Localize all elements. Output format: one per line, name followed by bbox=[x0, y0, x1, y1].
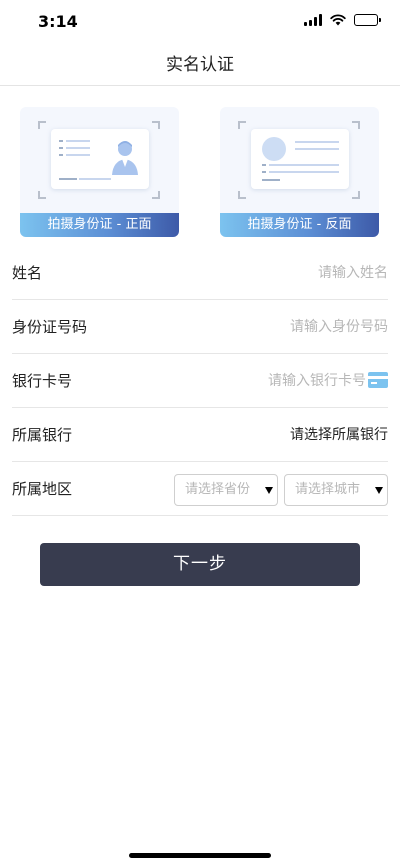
id-card-front-illustration bbox=[51, 129, 149, 189]
id-card-section: 拍摄身份证 - 正面 拍摄身份证 - 反面 bbox=[20, 107, 380, 237]
status-time: 3:14 bbox=[38, 12, 78, 31]
wifi-icon bbox=[330, 14, 346, 26]
province-select[interactable]: 请选择省份 bbox=[174, 474, 278, 506]
name-input[interactable] bbox=[188, 260, 388, 286]
bank-select[interactable]: 请选择所属银行 bbox=[290, 408, 388, 462]
id-card-back-label: 拍摄身份证 - 反面 bbox=[220, 213, 379, 237]
city-select[interactable]: 请选择城市 bbox=[284, 474, 388, 506]
form-row-id-number: 身份证号码 bbox=[12, 300, 388, 354]
form-row-bank-card: 银行卡号 bbox=[12, 354, 388, 408]
id-card-front-upload[interactable]: 拍摄身份证 - 正面 bbox=[20, 107, 179, 237]
city-select-placeholder: 请选择城市 bbox=[295, 482, 361, 497]
id-number-label: 身份证号码 bbox=[12, 318, 88, 336]
id-card-back-illustration bbox=[251, 129, 349, 189]
cellular-signal-icon bbox=[304, 14, 322, 26]
status-icons bbox=[304, 14, 381, 26]
bank-label: 所属银行 bbox=[12, 426, 73, 444]
home-indicator bbox=[129, 853, 271, 858]
next-step-button[interactable]: 下一步 bbox=[40, 543, 360, 586]
bank-card-label: 银行卡号 bbox=[12, 372, 73, 390]
name-label: 姓名 bbox=[12, 264, 43, 282]
nav-bar: 实名认证 bbox=[0, 44, 400, 86]
id-number-input[interactable] bbox=[188, 314, 388, 340]
person-avatar-icon bbox=[112, 141, 138, 175]
region-label: 所属地区 bbox=[12, 480, 73, 498]
page-title: 实名认证 bbox=[166, 55, 234, 75]
bank-card-input[interactable] bbox=[196, 368, 366, 394]
battery-icon bbox=[354, 14, 381, 26]
id-card-front-label: 拍摄身份证 - 正面 bbox=[20, 213, 179, 237]
emblem-icon bbox=[262, 137, 286, 161]
form-row-bank[interactable]: 所属银行 请选择所属银行 bbox=[12, 408, 388, 462]
status-bar: 3:14 bbox=[0, 0, 400, 44]
dropdown-arrow-icon bbox=[265, 487, 273, 494]
dropdown-arrow-icon bbox=[375, 487, 383, 494]
form-row-region: 所属地区 请选择省份 请选择城市 bbox=[12, 462, 388, 516]
province-select-placeholder: 请选择省份 bbox=[185, 482, 251, 497]
form-row-name: 姓名 bbox=[12, 246, 388, 300]
bank-card-icon[interactable] bbox=[368, 372, 388, 388]
verification-form: 姓名 身份证号码 银行卡号 所属银行 请选择所属银行 所属地区 请选择省份 请选… bbox=[12, 246, 388, 516]
id-card-back-upload[interactable]: 拍摄身份证 - 反面 bbox=[220, 107, 379, 237]
